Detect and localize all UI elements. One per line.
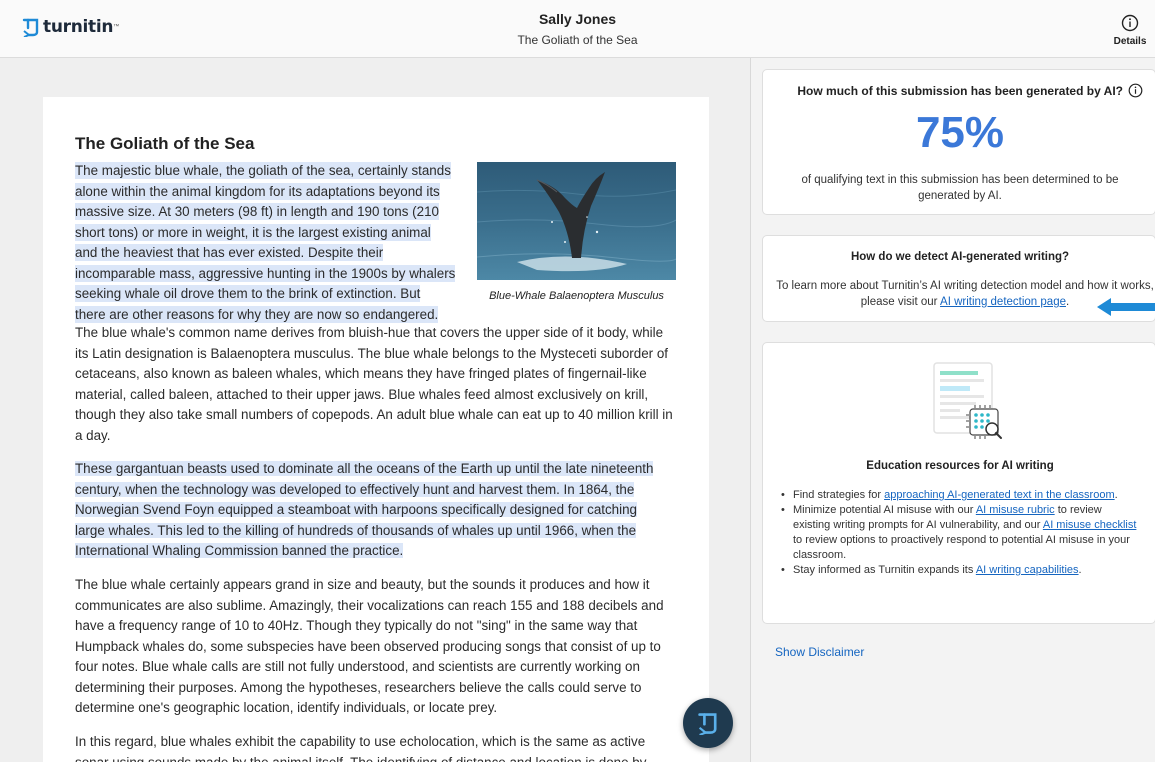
document-title: The Goliath of the Sea <box>517 33 638 47</box>
ai-percentage-description: of qualifying text in this submission ha… <box>801 174 1119 202</box>
details-button[interactable]: Details <box>1113 14 1147 47</box>
image-caption: Blue-Whale Balaenoptera Musculus <box>489 290 664 302</box>
blue-arrow-icon <box>1097 298 1155 316</box>
student-name: Sally Jones <box>538 11 617 27</box>
ai-writing-capabilities-link[interactable]: AI writing capabilities <box>976 564 1079 576</box>
highlighted-line: massive size. At 30 meters (98 ft) in le… <box>75 203 439 220</box>
info-circle-icon[interactable] <box>1128 83 1143 98</box>
paragraph-4: The blue whale certainly appears grand i… <box>75 577 664 715</box>
highlighted-line: short tons) or more in weight, it is the… <box>75 223 431 241</box>
ai-report-panel: How much of this submission has been gen… <box>750 58 1155 762</box>
paragraph-2: The blue whale's common name derives fro… <box>75 325 673 443</box>
highlighted-line: seeking whale oil drove them to the brin… <box>75 285 421 302</box>
document-analysis-illustration-icon <box>933 362 1002 439</box>
ai-detection-page-link[interactable]: AI writing detection page <box>940 296 1066 308</box>
ai-percentage-card: How much of this submission has been gen… <box>762 69 1155 215</box>
turnitin-fab-icon <box>698 713 717 735</box>
document-page: The Goliath of the Sea The majestic blue… <box>43 97 709 762</box>
edu-resources-list: Find strategies for approaching AI-gener… <box>779 488 1141 578</box>
paragraph-5: In this regard, blue whales exhibit the … <box>75 734 647 762</box>
highlighted-line: incomparable mass, aggressive hunting in… <box>75 264 456 282</box>
highlighted-line: alone within the animal kingdom for its … <box>75 182 440 200</box>
approaching-ai-text-link[interactable]: approaching AI-generated text in the cla… <box>884 489 1115 501</box>
details-label: Details <box>1113 36 1147 47</box>
highlighted-line: These gargantuan beasts used to dominate… <box>75 461 654 476</box>
highlighted-line: International Whaling Commission banned … <box>75 543 404 558</box>
show-disclaimer-link[interactable]: Show Disclaimer <box>775 645 864 659</box>
info-circle-icon <box>1121 14 1139 32</box>
education-resources-card: Education resources for AI writing Find … <box>762 342 1155 624</box>
highlighted-line: and the heaviest that has ever existed. … <box>75 244 384 261</box>
ai-misuse-checklist-link[interactable]: AI misuse checklist <box>1043 519 1137 531</box>
highlighted-line: The majestic blue whale, the goliath of … <box>75 162 451 179</box>
highlighted-line: large whales. This led to the killing of… <box>75 522 637 538</box>
ai-misuse-rubric-link[interactable]: AI misuse rubric <box>976 504 1055 516</box>
ai-card-title: How much of this submission has been gen… <box>797 84 1123 98</box>
detect-card-title: How do we detect AI-generated writing? <box>850 251 1070 263</box>
paragraph-1-highlighted: The majestic blue whale, the goliath of … <box>75 161 475 325</box>
list-item: Find strategies for approaching AI-gener… <box>779 488 1141 503</box>
highlighted-line: Norwegian Svend Foyn equipped a steamboa… <box>75 502 638 517</box>
header-title-block: Sally Jones The Goliath of the Sea <box>0 11 1155 47</box>
edu-card-title: Education resources for AI writing <box>866 460 1054 472</box>
paragraph-3-highlighted: These gargantuan beasts used to dominate… <box>75 459 680 562</box>
app-header: turnitin ™ Sally Jones The Goliath of the… <box>0 0 1155 58</box>
list-item: Stay informed as Turnitin expands its AI… <box>779 563 1141 578</box>
whale-tail-image <box>477 162 676 280</box>
ai-percentage: 75% <box>915 108 1005 157</box>
highlighted-line: century, when the technology was develop… <box>75 481 635 497</box>
list-item: Minimize potential AI misuse with our AI… <box>779 503 1141 563</box>
document-viewer[interactable]: The Goliath of the Sea The majestic blue… <box>0 58 750 762</box>
turnitin-fab-button[interactable] <box>683 698 733 748</box>
document-heading: The Goliath of the Sea <box>75 134 255 153</box>
highlighted-line: there are other reasons for why they are… <box>75 305 439 323</box>
